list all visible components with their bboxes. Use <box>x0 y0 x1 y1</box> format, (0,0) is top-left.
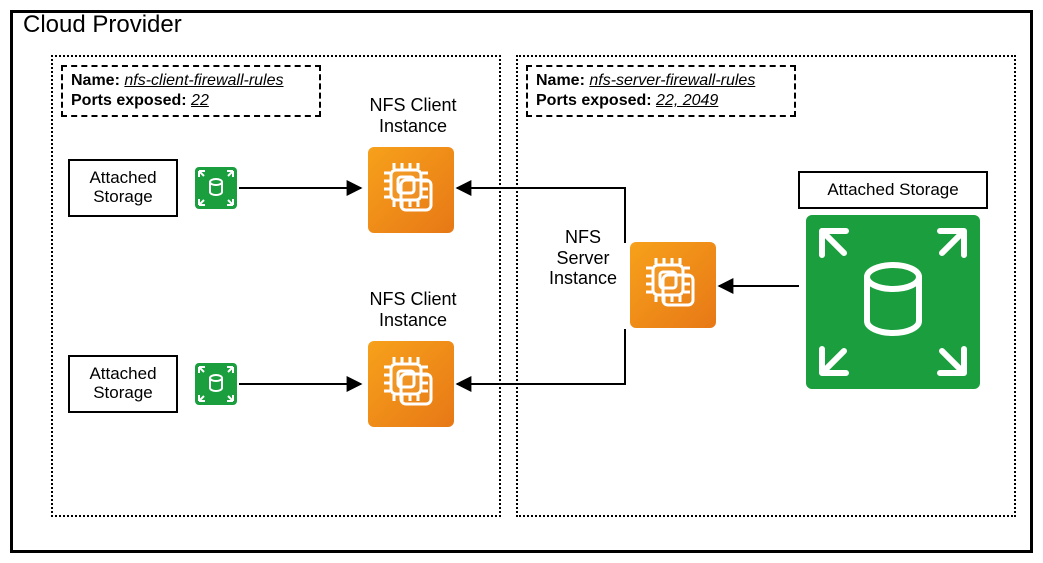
arrows-layer <box>13 13 1030 550</box>
cloud-provider-box: Cloud Provider Name: nfs-client-firewall… <box>10 10 1033 553</box>
diagram-canvas: Cloud Provider Name: nfs-client-firewall… <box>0 0 1043 563</box>
